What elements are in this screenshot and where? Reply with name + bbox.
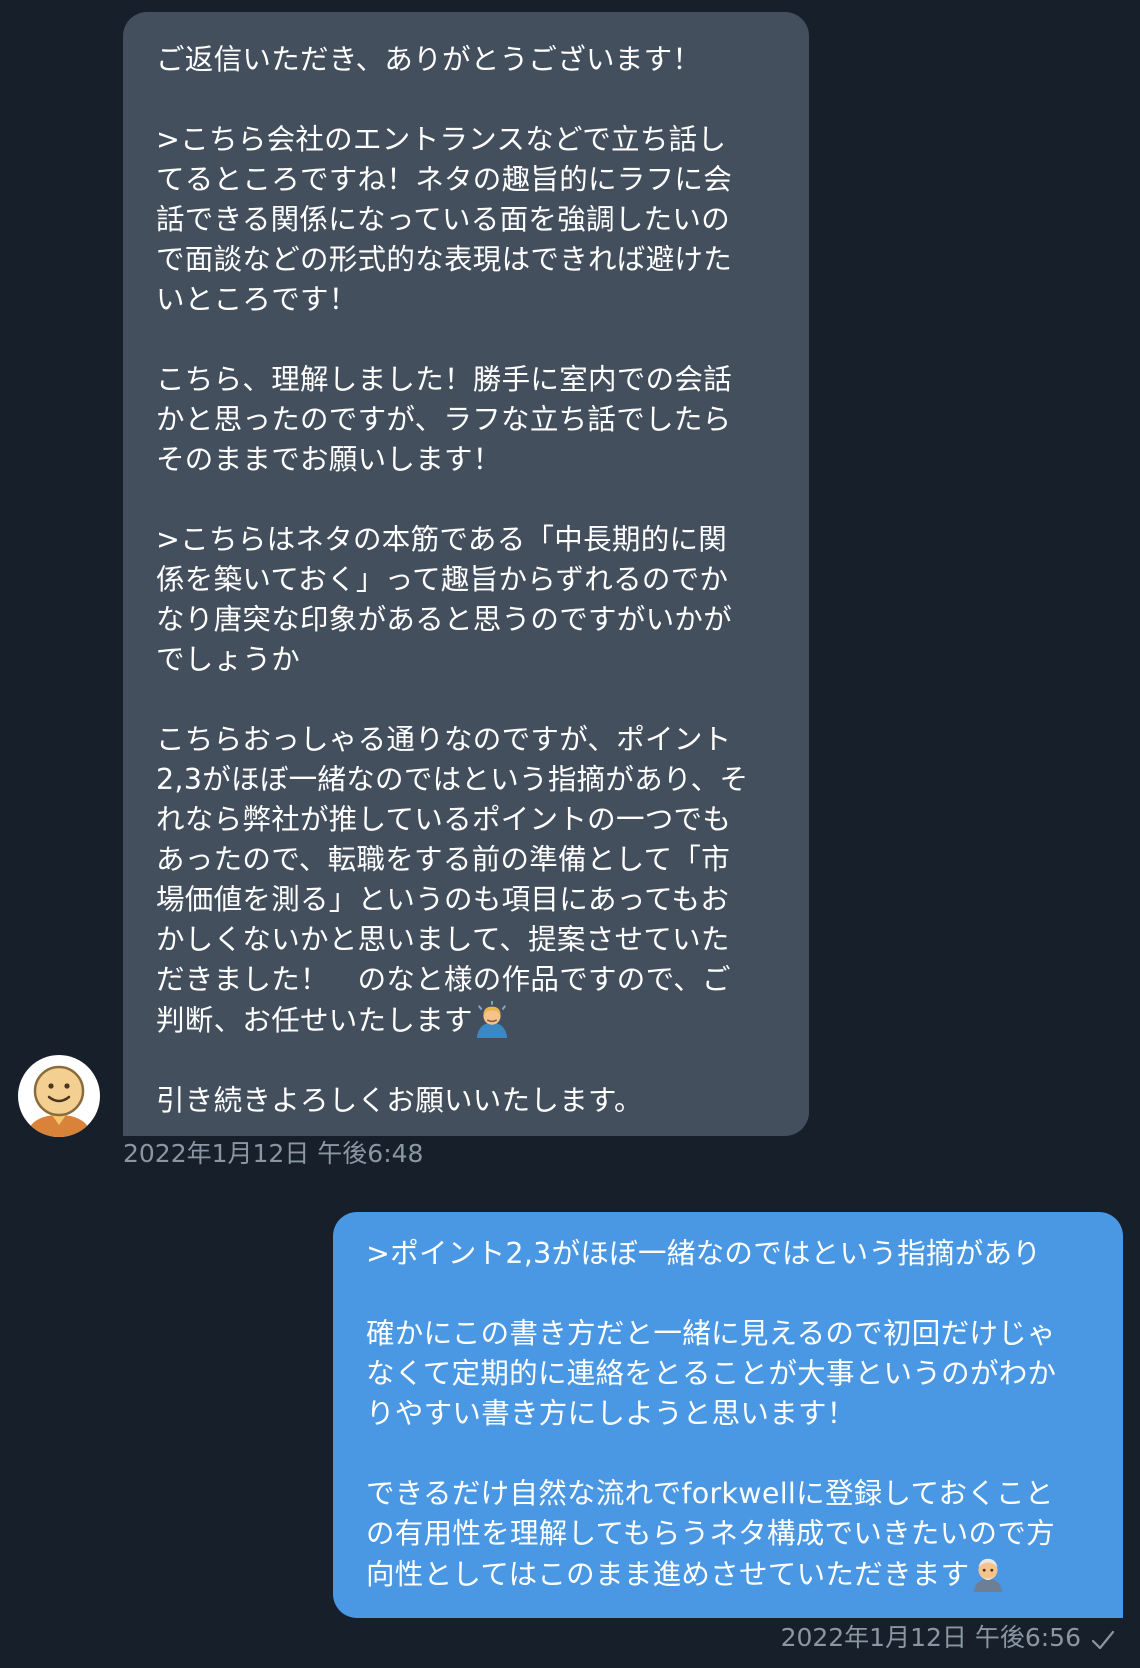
smiley-face-avatar <box>26 1065 92 1137</box>
message-paragraph: こちら、理解しました！勝手に室内での会話 かと思ったのですが、ラフな立ち話でした… <box>156 363 733 476</box>
message-paragraph: >ポイント2,3がほぼ一緒なのではという指摘があり <box>366 1237 1042 1270</box>
outgoing-message-bubble: >ポイント2,3がほぼ一緒なのではという指摘があり 確かにこの書き方だと一緒に見… <box>333 1212 1123 1618</box>
incoming-timestamp: 2022年1月12日 午後6:48 <box>123 1139 424 1168</box>
user-avatar[interactable] <box>18 1055 100 1137</box>
outgoing-timestamp: 2022年1月12日 午後6:56 <box>780 1623 1081 1652</box>
check-icon <box>1091 1630 1115 1650</box>
man-bowing-emoji <box>476 1000 508 1038</box>
message-paragraph-with-emoji: できるだけ自然な流れでforkwellに登録しておくこと の有用性を理解してもら… <box>366 1474 1103 1595</box>
message-paragraph: >こちらはネタの本筋である「中長期的に関 係を築いておく」って趣旨からずれるので… <box>156 523 733 676</box>
message-text: できるだけ自然な流れでforkwellに登録しておくこと の有用性を理解してもら… <box>366 1477 1055 1591</box>
incoming-message-bubble: ご返信いただき、ありがとうございます！ >こちら会社のエントランスなどで立ち話し… <box>123 12 809 1136</box>
message-text: こちらおっしゃる通りなのですが、ポイント 2,3がほぼ一緒なのではという指摘があ… <box>156 723 749 1037</box>
message-paragraph: 確かにこの書き方だと一緒に見えるので初回だけじゃ なくて定期的に連絡をとることが… <box>366 1317 1057 1430</box>
old-man-emoji <box>974 1558 1003 1592</box>
message-paragraph: >こちら会社のエントランスなどで立ち話し てるところですね！ネタの趣旨的にラフに… <box>156 123 733 316</box>
message-paragraph: ご返信いただき、ありがとうございます！ <box>156 43 702 76</box>
message-paragraph-with-emoji: こちらおっしゃる通りなのですが、ポイント 2,3がほぼ一緒なのではという指摘があ… <box>156 720 791 1041</box>
message-paragraph: 引き続きよろしくお願いいたします。 <box>156 1084 643 1117</box>
